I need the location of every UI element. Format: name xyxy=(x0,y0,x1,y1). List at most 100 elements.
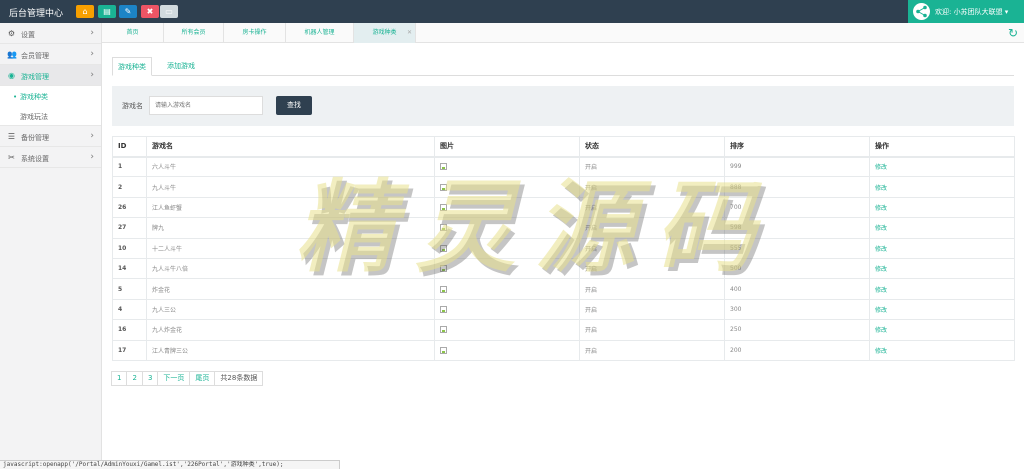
refresh-icon[interactable]: ↻ xyxy=(1008,26,1018,40)
page-2-link[interactable]: 2 xyxy=(126,371,143,386)
tab-label: 游戏种类 xyxy=(372,29,397,36)
cell-action: 修改 xyxy=(869,298,1015,321)
broken-image-icon xyxy=(440,265,447,273)
sidebar-item-label: 游戏管理 xyxy=(21,73,49,81)
table-row: 2 九人斗牛 开启 888 修改 xyxy=(112,176,1015,198)
tab-label: 首页 xyxy=(126,29,139,36)
sidebar-subitem-label: 游戏种类 xyxy=(20,93,48,101)
user-greeting: 欢迎: 小苏团队大联盟 ▾ xyxy=(935,8,1009,16)
tab-game-list[interactable]: 游戏种类 xyxy=(112,57,152,76)
main-content: 游戏种类 添加游戏 游戏名 查找 ID 游戏名 图片 状态 排序 操作 1六人斗… xyxy=(102,44,1024,469)
tab-label: 机器人管理 xyxy=(304,29,335,36)
last-page-link[interactable]: 尾页 xyxy=(189,371,216,386)
browser-status-bar: javascript:openapp('/Portal/AdminYouxi/G… xyxy=(0,460,340,469)
pagination: 1 2 3 下一页 尾页 共28条数据 xyxy=(111,371,264,386)
cell-status: 开启 xyxy=(579,257,725,280)
total-count: 共28条数据 xyxy=(214,371,264,386)
tab-room-cards[interactable]: 房卡操作 xyxy=(224,23,286,43)
sidebar-item-label: 备份管理 xyxy=(21,134,49,142)
chevron-right-icon: › xyxy=(90,28,94,38)
page-1-link[interactable]: 1 xyxy=(111,371,128,386)
cell-name: 十二人斗牛 xyxy=(146,237,435,259)
sidebar-item-members[interactable]: 👥 会员管理 › xyxy=(0,44,101,65)
edit-link[interactable]: 修改 xyxy=(875,287,887,294)
cell-action: 修改 xyxy=(869,278,1015,300)
cell-action: 修改 xyxy=(869,237,1015,259)
sidebar-item-label: 设置 xyxy=(21,31,35,39)
col-header-sort[interactable]: 排序 xyxy=(724,136,870,158)
edit-link[interactable]: 修改 xyxy=(875,205,887,212)
broken-image-icon xyxy=(440,326,447,334)
col-header-status[interactable]: 状态 xyxy=(579,136,725,158)
cell-sort: 250 xyxy=(724,319,870,341)
cell-name: 九人斗牛 xyxy=(146,176,435,198)
search-input[interactable] xyxy=(149,96,263,115)
tab-robots[interactable]: 机器人管理 xyxy=(286,23,354,43)
cell-sort: 200 xyxy=(724,339,870,361)
cell-name: 炸金花 xyxy=(146,278,435,300)
table-row: 5 炸金花 开启 400 修改 xyxy=(112,278,1015,300)
cell-sort: 400 xyxy=(724,278,870,300)
tab-add-game[interactable]: 添加游戏 xyxy=(162,57,200,76)
games-table: ID 游戏名 图片 状态 排序 操作 1 六人斗牛 开启 999 修改 2 九人斗牛 开启 88… xyxy=(112,136,1015,361)
cell-sort: 999 xyxy=(724,155,870,178)
delete-icon[interactable]: ✖ xyxy=(141,5,159,18)
cell-id: 10 xyxy=(112,237,147,259)
cell-sort: 598 xyxy=(724,217,870,239)
tab-all-members[interactable]: 所有会员 xyxy=(164,23,224,43)
next-page-link[interactable]: 下一页 xyxy=(157,371,191,386)
edit-link[interactable]: 修改 xyxy=(875,266,887,273)
cell-id: 16 xyxy=(112,319,147,341)
sidebar-subitem-game-types[interactable]: • 游戏种类 xyxy=(0,86,101,106)
col-header-id[interactable]: ID xyxy=(112,136,147,158)
top-navbar: 后台管理中心 ⌂ ▤ ✎ ✖ ▭ 欢迎: 小苏团队大联盟 ▾ xyxy=(0,0,1024,23)
edit-link[interactable]: 修改 xyxy=(875,185,887,192)
edit-link[interactable]: 修改 xyxy=(875,348,887,355)
close-icon[interactable]: ✕ xyxy=(407,23,412,43)
broken-image-icon xyxy=(440,285,447,293)
globe-icon: ◉ xyxy=(8,71,15,80)
tab-game-types[interactable]: 游戏种类 ✕ xyxy=(354,23,416,43)
cell-action: 修改 xyxy=(869,319,1015,341)
cell-image xyxy=(434,339,580,361)
page-3-link[interactable]: 3 xyxy=(141,371,159,386)
edit-link[interactable]: 修改 xyxy=(875,225,887,232)
table-row: 16 九人炸金花 开启 250 修改 xyxy=(112,319,1015,341)
cell-image xyxy=(434,298,580,321)
wrench-icon: ✂ xyxy=(8,153,15,162)
sidebar-item-backup[interactable]: ☰ 备份管理 › xyxy=(0,126,101,147)
cell-status: 开启 xyxy=(579,217,725,239)
edit-link[interactable]: 修改 xyxy=(875,307,887,314)
cell-action: 修改 xyxy=(869,196,1015,219)
search-button[interactable]: 查找 xyxy=(276,96,312,115)
cell-id: 1 xyxy=(112,155,147,178)
col-header-name[interactable]: 游戏名 xyxy=(146,136,435,158)
col-header-image[interactable]: 图片 xyxy=(434,136,580,158)
user-menu[interactable]: 欢迎: 小苏团队大联盟 ▾ xyxy=(908,0,1024,23)
list-icon[interactable]: ▤ xyxy=(98,5,116,18)
edit-link[interactable]: 修改 xyxy=(875,164,887,171)
home-icon[interactable]: ⌂ xyxy=(76,5,94,18)
avatar xyxy=(913,3,930,20)
window-icon[interactable]: ▭ xyxy=(160,5,178,18)
cell-status: 开启 xyxy=(579,155,725,178)
edit-icon[interactable]: ✎ xyxy=(119,5,137,18)
sidebar-item-settings[interactable]: ⚙ 设置 › xyxy=(0,23,101,44)
broken-image-icon xyxy=(440,224,447,232)
cell-id: 17 xyxy=(112,339,147,361)
cell-name: 江人鱼虾蟹 xyxy=(146,196,435,219)
cell-sort: 300 xyxy=(724,298,870,321)
sidebar-item-games[interactable]: ◉ 游戏管理 › xyxy=(0,65,101,86)
cell-status: 开启 xyxy=(579,339,725,361)
col-header-action[interactable]: 操作 xyxy=(869,136,1015,158)
edit-link[interactable]: 修改 xyxy=(875,327,887,334)
tab-home[interactable]: 首页 xyxy=(102,23,164,43)
tab-label: 房卡操作 xyxy=(242,29,267,36)
table-row: 4 九人三公 开启 300 修改 xyxy=(112,298,1015,321)
sidebar-subitem-game-rules[interactable]: 游戏玩法 xyxy=(0,106,101,126)
cell-status: 开启 xyxy=(579,196,725,219)
sidebar-item-system[interactable]: ✂ 系统设置 › xyxy=(0,147,101,168)
cell-status: 开启 xyxy=(579,176,725,198)
edit-link[interactable]: 修改 xyxy=(875,246,887,253)
cell-id: 14 xyxy=(112,257,147,280)
